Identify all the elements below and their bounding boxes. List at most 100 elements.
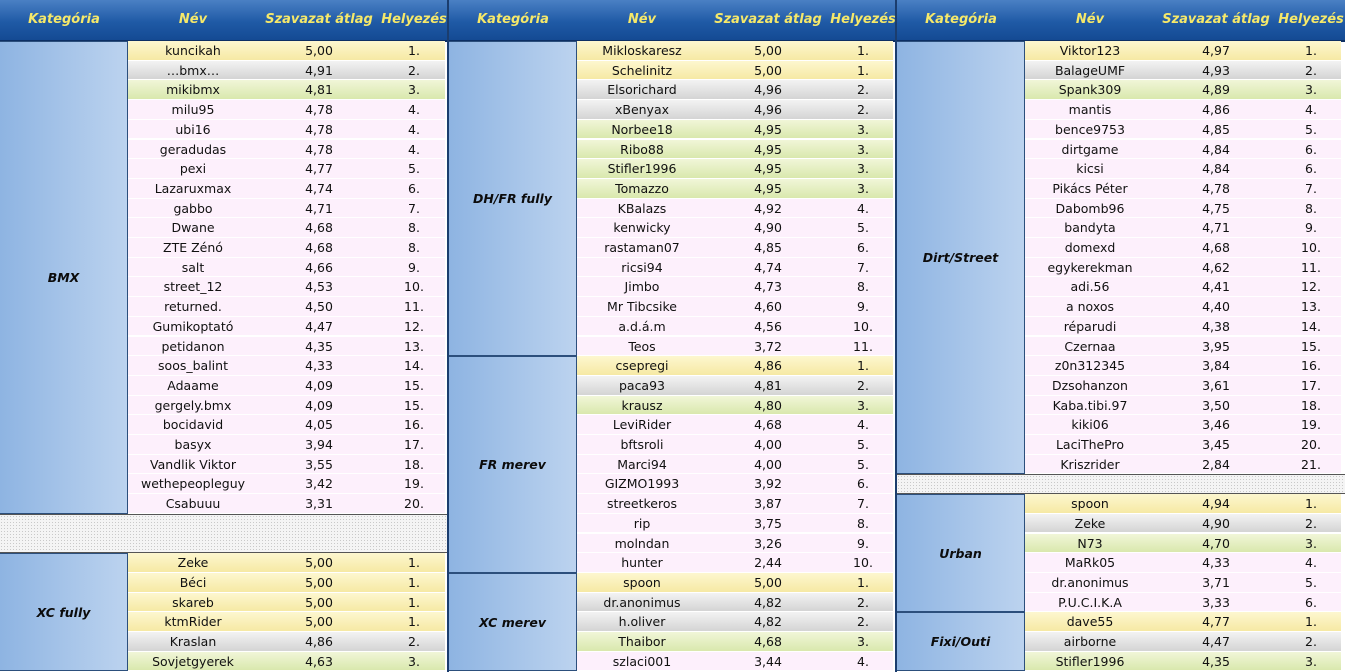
name-cell: kenwicky <box>613 220 671 236</box>
panel-1: Kategória Név Szavazat átlag Helyezés BMX kun… <box>0 0 449 672</box>
header-rank: Helyezés <box>1278 12 1344 27</box>
table-row: Dzsohanzon 3,61 17. <box>1025 375 1341 396</box>
name-cell: N73 <box>1077 535 1103 551</box>
avg-cell: 3,44 <box>754 653 782 669</box>
category-cell: Urban <box>897 494 1025 613</box>
rank-cell: 5. <box>408 161 420 177</box>
rank-cell: 4. <box>857 653 869 669</box>
rank-cell: 6. <box>1305 141 1317 157</box>
header-rank: Helyezés <box>381 12 447 27</box>
avg-cell: 4,38 <box>1202 318 1230 334</box>
name-cell: Sovjetgyerek <box>152 653 234 669</box>
category-cell: FR merev <box>449 356 577 573</box>
table-header: Kategória Név Szavazat átlag Helyezés <box>0 0 449 42</box>
table-row: dr.anonimus 3,71 5. <box>1025 572 1341 593</box>
rank-cell: 8. <box>1305 200 1317 216</box>
name-cell: Teos <box>628 338 656 354</box>
panel-3: Kategória Név Szavazat átlag Helyezés Dirt/S… <box>897 0 1345 672</box>
name-cell: …bmx… <box>166 62 220 78</box>
table-row: hunter 2,44 10. <box>577 553 893 573</box>
table-row: Adaame 4,09 15. <box>128 375 445 396</box>
rank-cell: 16. <box>404 417 424 433</box>
avg-cell: 4,62 <box>1202 259 1230 275</box>
avg-cell: 3,31 <box>305 496 333 512</box>
avg-cell: 4,95 <box>754 180 782 196</box>
header-avg: Szavazat átlag <box>265 12 373 27</box>
avg-cell: 4,47 <box>1202 634 1230 649</box>
rank-cell: 1. <box>408 614 420 630</box>
table-row: Kaba.tibi.97 3,50 18. <box>1025 395 1341 416</box>
avg-cell: 4,78 <box>305 102 333 118</box>
rank-cell: 21. <box>1301 456 1321 472</box>
table-row: milu95 4,78 4. <box>128 100 445 120</box>
name-cell: Tomazzo <box>615 180 669 196</box>
table-row: dr.anonimus 4,82 2. <box>577 592 893 613</box>
rank-cell: 2. <box>857 102 869 118</box>
rank-cell: 3. <box>857 161 869 177</box>
name-cell: streetkeros <box>606 496 678 512</box>
name-cell: Mr Tibcsike <box>607 299 677 315</box>
table-row: Béci 5,00 1. <box>128 572 445 593</box>
name-cell: kiki06 <box>1071 417 1109 433</box>
name-cell: hunter <box>621 555 663 571</box>
avg-cell: 4,86 <box>1202 102 1230 118</box>
rank-cell: 20. <box>404 496 424 512</box>
avg-cell: 4,95 <box>754 121 782 137</box>
name-cell: wethepeopleguy <box>140 476 246 492</box>
table-row: Viktor123 4,97 1. <box>1025 41 1341 61</box>
name-cell: Norbee18 <box>611 121 673 137</box>
name-cell: returned. <box>164 299 222 315</box>
table-row: Kraslan 4,86 2. <box>128 632 445 652</box>
table-row: rip 3,75 8. <box>577 513 893 534</box>
table-row: réparudi 4,38 14. <box>1025 316 1341 337</box>
avg-cell: 4,33 <box>1202 555 1230 571</box>
table-row: gabbo 4,71 7. <box>128 198 445 219</box>
table-row: geradudas 4,78 4. <box>128 139 445 160</box>
avg-cell: 4,60 <box>754 299 782 315</box>
rank-cell: 4. <box>1305 555 1317 571</box>
table-row: Czernaa 3,95 15. <box>1025 336 1341 357</box>
panel-2: Kategória Név Szavazat átlag Helyezés DH/FR … <box>449 0 897 672</box>
rank-cell: 2. <box>408 62 420 78</box>
rank-cell: 14. <box>1301 318 1321 334</box>
avg-cell: 4,90 <box>1202 515 1230 531</box>
table-row: soos_balint 4,33 14. <box>128 356 445 376</box>
name-cell: ricsi94 <box>621 259 663 275</box>
rank-cell: 15. <box>1301 338 1321 354</box>
name-cell: bence9753 <box>1055 121 1125 137</box>
avg-cell: 5,00 <box>305 614 333 630</box>
avg-cell: 4,66 <box>305 259 333 275</box>
name-cell: réparudi <box>1063 318 1117 334</box>
rank-cell: 2. <box>857 594 869 610</box>
name-cell: Thaibor <box>618 634 666 649</box>
rank-cell: 3. <box>1305 653 1317 669</box>
table-row: Ribo88 4,95 3. <box>577 139 893 160</box>
name-cell: kicsi <box>1076 161 1104 177</box>
rank-cell: 6. <box>857 240 869 255</box>
avg-cell: 4,97 <box>1202 43 1230 58</box>
rank-cell: 20. <box>1301 437 1321 452</box>
avg-cell: 4,90 <box>754 220 782 236</box>
results-sheet: Kategória Név Szavazat átlag Helyezés BMX kun… <box>0 0 1345 672</box>
table-row: street_12 4,53 10. <box>128 277 445 298</box>
rank-cell: 6. <box>408 180 420 196</box>
name-cell: skareb <box>172 594 214 610</box>
avg-cell: 3,84 <box>1202 358 1230 374</box>
category-cell: Fixi/Outi <box>897 612 1025 672</box>
table-row: Stifler1996 4,35 3. <box>1025 651 1341 672</box>
avg-cell: 5,00 <box>305 555 333 571</box>
name-cell: Dabomb96 <box>1055 200 1125 216</box>
empty-separator <box>897 474 1345 495</box>
table-row: paca93 4,81 2. <box>577 375 893 396</box>
name-cell: BalageUMF <box>1054 62 1126 78</box>
name-cell: street_12 <box>163 279 223 295</box>
panel-divider <box>895 0 897 672</box>
name-cell: molndan <box>614 535 670 551</box>
name-cell: Dwane <box>171 220 215 236</box>
table-row: bandyta 4,71 9. <box>1025 218 1341 238</box>
avg-cell: 4,78 <box>1202 180 1230 196</box>
rank-cell: 15. <box>404 397 424 413</box>
rank-cell: 1. <box>857 358 869 374</box>
avg-cell: 4,77 <box>1202 614 1230 630</box>
avg-cell: 4,09 <box>305 377 333 393</box>
